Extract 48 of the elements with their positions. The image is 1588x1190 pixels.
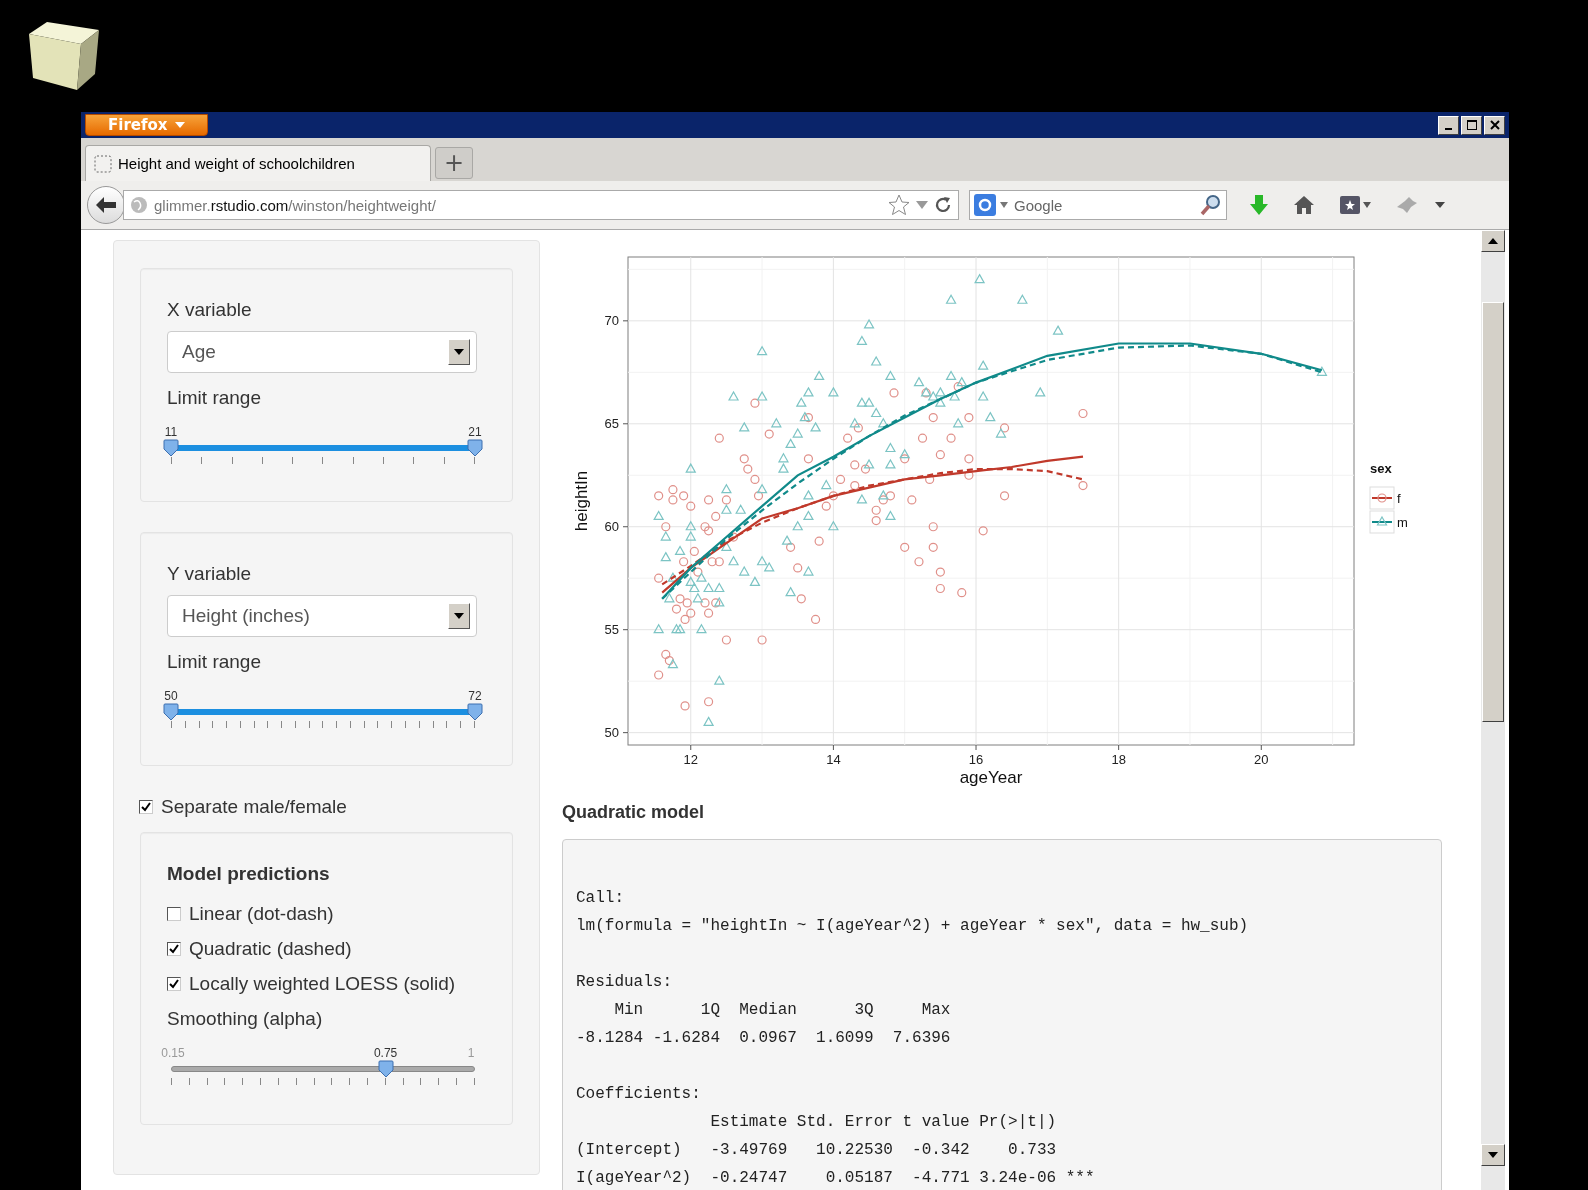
- output-line: Coefficients:: [576, 1084, 702, 1105]
- tick-label: 50: [604, 724, 619, 740]
- tick-label: 65: [604, 415, 619, 431]
- tick-label: 60: [604, 518, 619, 534]
- section-title: Quadratic model: [562, 802, 706, 823]
- address-bar[interactable]: glimmer.rstudio.com/winston/heightweight/: [123, 190, 959, 220]
- legend-label: f: [1397, 491, 1401, 506]
- tick-label: 14: [826, 752, 841, 767]
- field-label: X variable: [167, 299, 253, 321]
- output-line: Min 1Q Median 3Q Max: [613, 1000, 952, 1021]
- browser-tab[interactable]: Height and weight of schoolchildren: [85, 145, 431, 181]
- checkbox-label[interactable]: Linear (dot-dash): [189, 903, 334, 925]
- tick-label: 70: [604, 312, 619, 328]
- checkbox-label[interactable]: Quadratic (dashed): [189, 938, 352, 960]
- tick-label: 55: [604, 621, 619, 637]
- field-label: Smoothing (alpha): [167, 1008, 324, 1030]
- tick-label: 18: [1111, 752, 1126, 767]
- section-title: Model predictions: [167, 863, 331, 885]
- output-line: Estimate Std. Error t value Pr(>|t|): [709, 1112, 1058, 1133]
- tick-label: 16: [968, 752, 984, 767]
- field-label: Limit range: [167, 387, 262, 409]
- slider-value-label: 72: [468, 689, 482, 703]
- new-tab-button[interactable]: +: [435, 147, 473, 179]
- slider-value-label: 0.75: [373, 1046, 398, 1060]
- legend-label: m: [1397, 515, 1408, 530]
- tick-label: 12: [683, 752, 698, 767]
- axis-title: ageYear: [959, 768, 1023, 787]
- slider-max-label: 1: [467, 1046, 475, 1060]
- search-box[interactable]: Google: [969, 190, 1227, 220]
- output-line: Call:: [576, 888, 625, 909]
- select-field[interactable]: Age: [167, 331, 477, 373]
- legend-title: sex: [1370, 461, 1392, 476]
- output-line: -8.1284 -1.6284 0.0967 1.6099 7.6396: [576, 1028, 952, 1049]
- checkbox-label[interactable]: Separate male/female: [161, 796, 347, 818]
- slider-value-label: 21: [468, 425, 482, 439]
- checkbox-label[interactable]: Locally weighted LOESS (solid): [189, 973, 456, 995]
- select-field[interactable]: Height (inches): [167, 595, 477, 637]
- slider-value-label: 11: [164, 425, 178, 439]
- axis-title: heightIn: [572, 470, 591, 532]
- slider-min-label: 0.15: [161, 1046, 185, 1060]
- output-line: lm(formula = "heightIn ~ I(ageYear^2) + ageYear * sex", data = hw_sub): [576, 916, 1250, 937]
- output-line: Residuals:: [576, 972, 673, 993]
- output-line: (Intercept) -3.49769 10.22530 -0.342 0.733: [576, 1140, 1058, 1161]
- field-label: Limit range: [167, 651, 262, 673]
- slider-value-label: 50: [164, 689, 178, 703]
- tick-label: 20: [1254, 752, 1269, 767]
- field-label: Y variable: [167, 563, 253, 585]
- output-line: I(ageYear^2) -0.24747 0.05187 -4.771 3.24e-06 ***: [576, 1168, 1096, 1189]
